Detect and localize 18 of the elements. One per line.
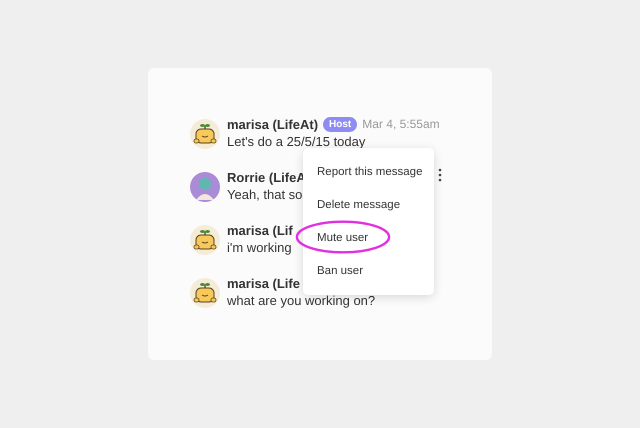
avatar-icon <box>190 119 220 149</box>
host-badge: Host <box>323 116 358 132</box>
message-text: Yeah, that so <box>227 187 304 202</box>
menu-item[interactable]: Mute user <box>303 226 434 250</box>
menu-item[interactable]: Ban user <box>303 258 434 283</box>
message-text: i'm working <box>227 240 293 255</box>
more-icon[interactable] <box>438 168 442 182</box>
author-name: marisa (LifeAt) <box>227 116 318 132</box>
menu-item[interactable]: Report this message <box>303 160 434 184</box>
avatar-icon <box>190 225 220 255</box>
avatar-icon <box>190 278 220 308</box>
author-name: marisa (Lif <box>227 222 293 238</box>
avatar-icon <box>190 172 220 202</box>
menu-item[interactable]: Delete message <box>303 193 434 218</box>
author-name: marisa (Life <box>227 276 300 290</box>
message-text: Let's do a 25/5/15 today <box>227 134 366 149</box>
timestamp: Mar 4, 5:55am <box>362 117 440 131</box>
message-text: what are you working on? <box>227 293 376 308</box>
